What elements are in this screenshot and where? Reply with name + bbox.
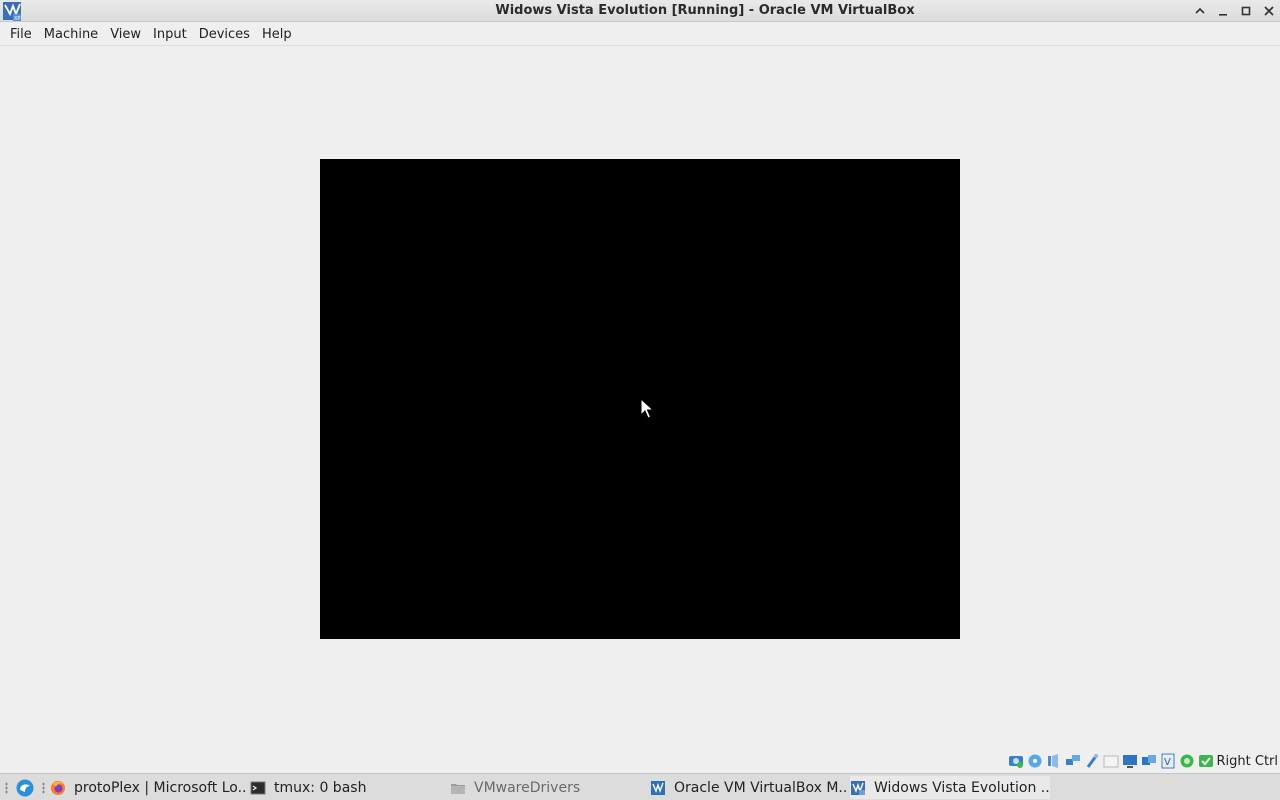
taskbar-task-virtualbox-manager[interactable]: Oracle VM VirtualBox M... [650,776,846,799]
task-label: VMwareDrivers [474,779,581,796]
keyboard-icon[interactable] [1198,753,1214,769]
close-button[interactable] [1260,2,1278,20]
usb-icon[interactable] [1084,753,1100,769]
chevron-up-icon [1195,7,1205,14]
audio-icon[interactable] [1046,753,1062,769]
mouse-integration-icon[interactable] [1179,753,1195,769]
task-label: tmux: 0 bash [274,779,367,796]
taskbar: protoPlex | Microsoft Lo... tmux: 0 bash… [0,773,1280,800]
virtualbox-vm-icon [851,780,865,795]
task-label: Oracle VM VirtualBox M... [674,779,846,796]
app-menu-icon[interactable] [15,778,35,798]
status-indicators: V [1008,753,1214,769]
menu-bar: File Machine View Input Devices Help [0,23,1280,46]
mouse-pointer-icon [640,398,654,419]
taskbar-grip-handle[interactable] [42,782,45,794]
menu-view[interactable]: View [104,25,147,44]
maximize-icon [1241,6,1251,16]
hard-disk-icon[interactable] [1008,753,1024,769]
host-key-label: Right Ctrl [1216,754,1279,769]
folder-icon [451,783,465,794]
virtualbox-manager-icon [651,780,665,795]
shared-folders-icon[interactable] [1103,753,1119,769]
vm-display-area [0,47,1280,751]
taskbar-task-folder[interactable]: VMwareDrivers [450,776,645,799]
display-icon[interactable] [1122,753,1138,769]
maximize-button[interactable] [1237,2,1255,20]
vm-screen[interactable] [320,159,960,639]
title-bar[interactable]: XP Widows Vista Evolution [Running] - Or… [0,0,1280,22]
status-bar: V Right Ctrl [0,751,1280,773]
minimize-button[interactable] [1214,2,1232,20]
shade-button[interactable] [1191,2,1209,20]
menu-input[interactable]: Input [147,25,193,44]
terminal-icon [250,781,266,794]
menu-file[interactable]: File [4,25,38,44]
taskbar-grip-handle[interactable] [5,782,8,794]
taskbar-task-vm-window[interactable]: Widows Vista Evolution ... [850,776,1050,799]
taskbar-task-firefox[interactable]: protoPlex | Microsoft Lo... [50,776,246,799]
menu-devices[interactable]: Devices [193,25,256,44]
virtualization-icon[interactable]: V [1160,753,1176,769]
menu-machine[interactable]: Machine [38,25,104,44]
optical-drive-icon[interactable] [1027,753,1043,769]
svg-text:V: V [1164,757,1171,768]
firefox-icon [51,780,65,795]
network-icon[interactable] [1065,753,1081,769]
taskbar-task-terminal[interactable]: tmux: 0 bash [250,776,440,799]
close-icon [1264,6,1274,16]
task-label: Widows Vista Evolution ... [874,779,1050,796]
task-label: protoPlex | Microsoft Lo... [74,779,246,796]
minimize-icon [1219,14,1227,16]
video-capture-icon[interactable] [1141,753,1157,769]
menu-help[interactable]: Help [256,25,298,44]
window-title: Widows Vista Evolution [Running] - Oracl… [495,3,915,18]
